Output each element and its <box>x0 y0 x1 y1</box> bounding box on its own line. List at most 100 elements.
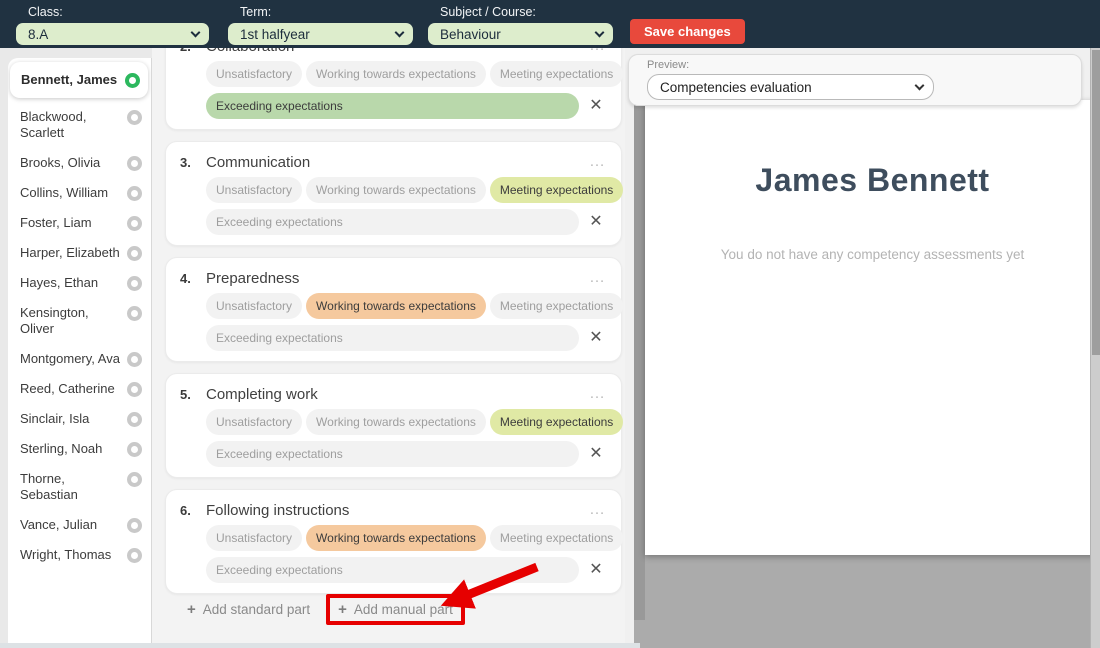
certificate-empty-message: You do not have any competency assessmen… <box>645 247 1100 262</box>
top-header: Class: 8.A Term: 1st halfyear Subject / … <box>0 0 1100 48</box>
student-name: Reed, Catherine <box>20 381 122 397</box>
student-list-item[interactable]: Sterling, Noah <box>8 434 151 464</box>
competency-grading-app: Class: 8.A Term: 1st halfyear Subject / … <box>0 0 1100 648</box>
competency-card: 4. Preparedness … UnsatisfactoryWorking … <box>165 257 622 362</box>
class-select[interactable]: 8.A <box>16 23 209 45</box>
status-dot-icon <box>127 216 142 231</box>
student-list-item[interactable]: Bennett, James <box>10 62 148 98</box>
certificate-preview-pane: Preview: Competencies evaluation James B… <box>625 48 1100 648</box>
competency-title: Following instructions <box>206 502 349 519</box>
competency-number: 6. <box>180 503 206 518</box>
term-select[interactable]: 1st halfyear <box>228 23 413 45</box>
status-dot-icon <box>127 442 142 457</box>
add-manual-part-button[interactable]: + Add manual part <box>336 599 455 620</box>
rating-option[interactable]: Working towards expectations <box>306 525 486 551</box>
more-options-icon[interactable]: … <box>589 157 607 167</box>
student-list-item[interactable]: Blackwood, Scarlett <box>8 102 151 148</box>
rating-option-exceeding[interactable]: Exceeding expectations <box>206 325 579 351</box>
chevron-down-icon <box>915 80 925 90</box>
subject-label: Subject / Course: <box>440 5 613 19</box>
student-name: Blackwood, Scarlett <box>20 109 122 141</box>
status-dot-icon <box>127 156 142 171</box>
more-options-icon[interactable]: … <box>589 505 607 515</box>
bottom-edge-band <box>0 643 640 648</box>
clear-rating-button[interactable]: ✕ <box>585 327 607 349</box>
student-list-item[interactable]: Wright, Thomas <box>8 540 151 570</box>
subject-select[interactable]: Behaviour <box>428 23 613 45</box>
competency-card-list: 2. Collaboration … UnsatisfactoryWorking… <box>165 48 622 605</box>
student-list-item[interactable]: Collins, William <box>8 178 151 208</box>
certificate-viewer: James Bennett You do not have any compet… <box>634 100 1100 648</box>
chevron-down-icon <box>595 27 605 37</box>
rating-option-exceeding[interactable]: Exceeding expectations <box>206 93 579 119</box>
rating-option-exceeding[interactable]: Exceeding expectations <box>206 441 579 467</box>
rating-option[interactable]: Working towards expectations <box>306 177 486 203</box>
rating-option[interactable]: Meeting expectations <box>490 409 623 435</box>
annotation-box: + Add manual part <box>326 594 465 625</box>
clear-rating-button[interactable]: ✕ <box>585 211 607 233</box>
plus-icon: + <box>187 601 196 618</box>
student-name: Foster, Liam <box>20 215 122 231</box>
student-list-item[interactable]: Montgomery, Ava <box>8 344 151 374</box>
student-list-item[interactable]: Harper, Elizabeth <box>8 238 151 268</box>
rating-option[interactable]: Working towards expectations <box>306 409 486 435</box>
student-list-item[interactable]: Sinclair, Isla <box>8 404 151 434</box>
rating-option[interactable]: Unsatisfactory <box>206 293 302 319</box>
certificate-page: James Bennett You do not have any compet… <box>645 100 1100 555</box>
competency-number: 4. <box>180 271 206 286</box>
student-list-item[interactable]: Vance, Julian <box>8 510 151 540</box>
more-options-icon[interactable]: … <box>589 48 607 51</box>
student-list-item[interactable]: Kensington, Oliver <box>8 298 151 344</box>
status-dot-icon <box>127 518 142 533</box>
viewer-scrollbar-thumb[interactable] <box>634 100 645 620</box>
status-dot-icon <box>127 306 142 321</box>
save-changes-button[interactable]: Save changes <box>630 19 745 44</box>
rating-option[interactable]: Meeting expectations <box>490 525 623 551</box>
rating-option[interactable]: Meeting expectations <box>490 293 623 319</box>
student-name: Wright, Thomas <box>20 547 122 563</box>
add-standard-part-button[interactable]: + Add standard part <box>185 597 312 622</box>
preview-type-select[interactable]: Competencies evaluation <box>647 74 934 100</box>
rating-option[interactable]: Unsatisfactory <box>206 177 302 203</box>
status-dot-icon <box>127 548 142 563</box>
student-list-item[interactable]: Brooks, Olivia <box>8 148 151 178</box>
preview-type-value: Competencies evaluation <box>660 80 916 95</box>
rating-option[interactable]: Unsatisfactory <box>206 525 302 551</box>
competency-title: Preparedness <box>206 270 299 287</box>
term-label: Term: <box>240 5 413 19</box>
rating-option-exceeding[interactable]: Exceeding expectations <box>206 209 579 235</box>
rating-option[interactable]: Meeting expectations <box>490 61 623 87</box>
status-dot-icon <box>127 352 142 367</box>
rating-option[interactable]: Unsatisfactory <box>206 409 302 435</box>
student-name: Montgomery, Ava <box>20 351 122 367</box>
rating-option[interactable]: Working towards expectations <box>306 61 486 87</box>
student-name: Brooks, Olivia <box>20 155 122 171</box>
more-options-icon[interactable]: … <box>589 273 607 283</box>
chevron-down-icon <box>395 27 405 37</box>
competency-number: 3. <box>180 155 206 170</box>
student-list-item[interactable]: Reed, Catherine <box>8 374 151 404</box>
competency-card: 6. Following instructions … Unsatisfacto… <box>165 489 622 594</box>
clear-rating-button[interactable]: ✕ <box>585 95 607 117</box>
clear-rating-button[interactable]: ✕ <box>585 559 607 581</box>
rating-option[interactable]: Working towards expectations <box>306 293 486 319</box>
student-list-item[interactable]: Foster, Liam <box>8 208 151 238</box>
preview-label: Preview: <box>647 59 1081 71</box>
student-list-item[interactable]: Thorne, Sebastian <box>8 464 151 510</box>
page-scrollbar-thumb[interactable] <box>1092 50 1100 355</box>
subject-select-value: Behaviour <box>440 27 596 42</box>
more-options-icon[interactable]: … <box>589 389 607 399</box>
student-list-item[interactable]: Hayes, Ethan <box>8 268 151 298</box>
rating-option-exceeding[interactable]: Exceeding expectations <box>206 557 579 583</box>
clear-rating-button[interactable]: ✕ <box>585 443 607 465</box>
add-manual-part-label: Add manual part <box>354 602 453 617</box>
student-name: Sinclair, Isla <box>20 411 122 427</box>
status-dot-icon <box>127 186 142 201</box>
add-part-row: + Add standard part + Add manual part <box>165 594 622 625</box>
competency-title: Completing work <box>206 386 318 403</box>
student-name: Vance, Julian <box>20 517 122 533</box>
status-dot-icon <box>127 472 142 487</box>
rating-option[interactable]: Unsatisfactory <box>206 61 302 87</box>
rating-option[interactable]: Meeting expectations <box>490 177 623 203</box>
competency-number: 2. <box>180 48 206 54</box>
